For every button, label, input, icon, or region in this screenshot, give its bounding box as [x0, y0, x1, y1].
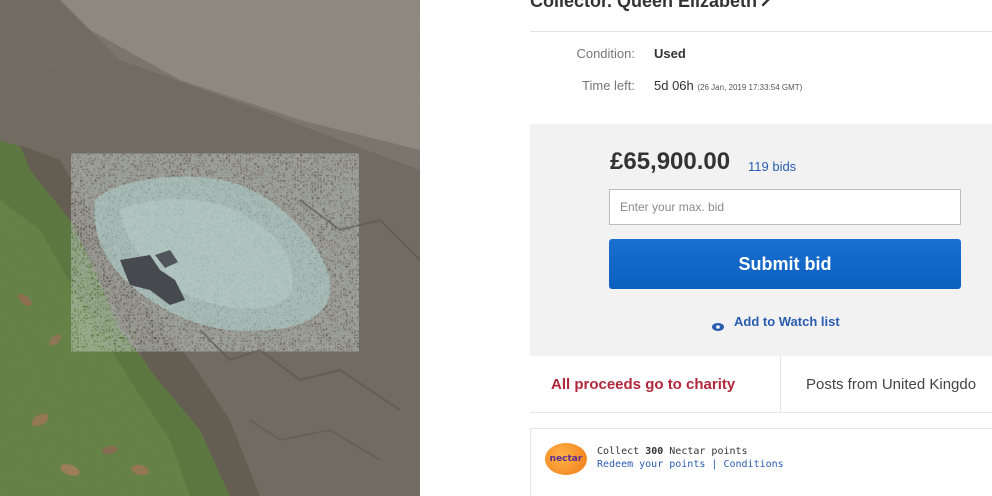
nectar-links-line: Redeem your points | Conditions [597, 458, 784, 471]
watchlist-label: Add to Watch list [734, 314, 840, 329]
time-left-label: Time left: [582, 78, 635, 93]
current-price: £65,900.00 [610, 148, 731, 175]
charity-divider [780, 356, 781, 412]
nectar-text: Collect 300 Nectar points Redeem your po… [597, 445, 784, 471]
nectar-collect-prefix: Collect [597, 446, 640, 457]
listing-photo[interactable] [0, 0, 420, 496]
nectar-conditions-link[interactable]: Conditions [723, 459, 783, 470]
listing-title: Collector. Queen Elizabeth [530, 0, 777, 12]
nectar-points: 300 [645, 446, 664, 457]
condition-value: Used [654, 46, 686, 61]
bid-count-link[interactable]: 119 bids [748, 159, 796, 174]
add-to-watchlist-link[interactable]: Add to Watch list [712, 314, 840, 331]
time-left-value: 5d 06h (26 Jan, 2019 17:33:54 GMT) [654, 78, 802, 93]
eye-icon [712, 319, 724, 331]
nectar-divider [530, 412, 992, 413]
nectar-promo: nectar Collect 300 Nectar points Redeem … [530, 428, 992, 496]
nectar-logo: nectar [545, 443, 587, 475]
bid-panel: £65,900.00 119 bids Submit bid Add to Wa… [530, 124, 992, 356]
condition-label: Condition: [576, 46, 635, 61]
hammer-icon [761, 0, 777, 12]
redeem-points-link[interactable]: Redeem your points [597, 459, 705, 470]
submit-bid-button[interactable]: Submit bid [609, 239, 961, 289]
nectar-collect-line: Collect 300 Nectar points [597, 445, 784, 458]
title-divider [530, 31, 992, 32]
charity-label: All proceeds go to charity [551, 376, 736, 393]
charity-row: All proceeds go to charity Posts from Un… [530, 356, 992, 412]
listing-panel: Collector. Queen Elizabeth Condition: Us… [420, 0, 992, 496]
listing-title-text: Collector. Queen Elizabeth [530, 0, 758, 11]
time-left-duration: 5d 06h [654, 78, 694, 93]
shattered-glass-photo [0, 0, 420, 496]
time-left-detail: (26 Jan, 2019 17:33:54 GMT) [697, 83, 803, 92]
posts-from-label: Posts from United Kingdo [806, 376, 977, 393]
max-bid-input[interactable] [609, 189, 961, 225]
nectar-collect-suffix: Nectar points [669, 446, 748, 457]
nectar-separator: | [711, 459, 718, 470]
